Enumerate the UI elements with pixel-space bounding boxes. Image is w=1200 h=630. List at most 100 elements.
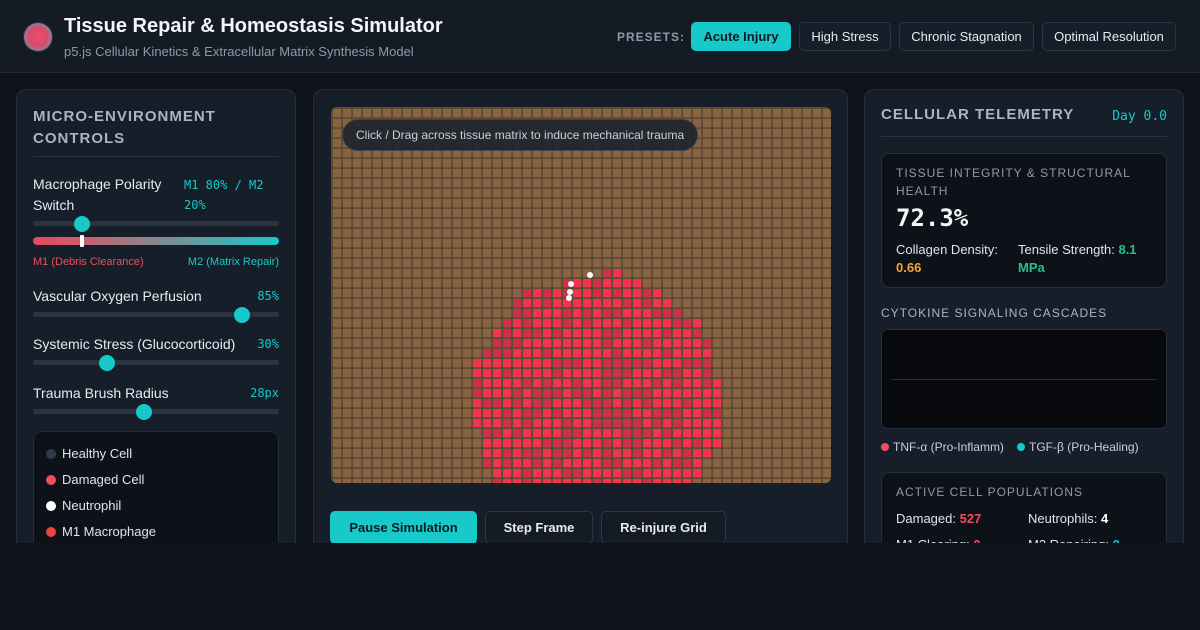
- damaged-cell[interactable]: [673, 469, 682, 478]
- healthy-cell[interactable]: [533, 209, 542, 218]
- damaged-cell[interactable]: [623, 409, 632, 418]
- damaged-cell[interactable]: [613, 429, 622, 438]
- damaged-cell[interactable]: [713, 429, 722, 438]
- healthy-cell[interactable]: [433, 169, 442, 178]
- damaged-cell[interactable]: [683, 369, 692, 378]
- healthy-cell[interactable]: [453, 259, 462, 268]
- healthy-cell[interactable]: [343, 269, 352, 278]
- damaged-cell[interactable]: [583, 339, 592, 348]
- healthy-cell[interactable]: [423, 439, 432, 448]
- healthy-cell[interactable]: [703, 139, 712, 148]
- healthy-cell[interactable]: [393, 379, 402, 388]
- damaged-cell[interactable]: [603, 469, 612, 478]
- healthy-cell[interactable]: [443, 439, 452, 448]
- healthy-cell[interactable]: [803, 399, 812, 408]
- healthy-cell[interactable]: [553, 229, 562, 238]
- damaged-cell[interactable]: [543, 329, 552, 338]
- healthy-cell[interactable]: [413, 359, 422, 368]
- healthy-cell[interactable]: [363, 269, 372, 278]
- healthy-cell[interactable]: [343, 359, 352, 368]
- healthy-cell[interactable]: [713, 149, 722, 158]
- healthy-cell[interactable]: [383, 199, 392, 208]
- healthy-cell[interactable]: [703, 189, 712, 198]
- healthy-cell[interactable]: [363, 359, 372, 368]
- damaged-cell[interactable]: [573, 339, 582, 348]
- healthy-cell[interactable]: [413, 329, 422, 338]
- damaged-cell[interactable]: [573, 459, 582, 468]
- healthy-cell[interactable]: [663, 159, 672, 168]
- healthy-cell[interactable]: [763, 129, 772, 138]
- healthy-cell[interactable]: [683, 199, 692, 208]
- healthy-cell[interactable]: [623, 239, 632, 248]
- healthy-cell[interactable]: [333, 119, 342, 128]
- healthy-cell[interactable]: [793, 329, 802, 338]
- healthy-cell[interactable]: [343, 449, 352, 458]
- damaged-cell[interactable]: [573, 279, 582, 288]
- healthy-cell[interactable]: [473, 319, 482, 328]
- damaged-cell[interactable]: [623, 339, 632, 348]
- damaged-cell[interactable]: [633, 379, 642, 388]
- healthy-cell[interactable]: [763, 229, 772, 238]
- healthy-cell[interactable]: [743, 459, 752, 468]
- healthy-cell[interactable]: [333, 399, 342, 408]
- damaged-cell[interactable]: [553, 469, 562, 478]
- healthy-cell[interactable]: [803, 249, 812, 258]
- healthy-cell[interactable]: [413, 459, 422, 468]
- healthy-cell[interactable]: [503, 309, 512, 318]
- damaged-cell[interactable]: [553, 339, 562, 348]
- healthy-cell[interactable]: [783, 389, 792, 398]
- healthy-cell[interactable]: [373, 169, 382, 178]
- damaged-cell[interactable]: [673, 339, 682, 348]
- healthy-cell[interactable]: [383, 179, 392, 188]
- healthy-cell[interactable]: [733, 359, 742, 368]
- healthy-cell[interactable]: [753, 339, 762, 348]
- healthy-cell[interactable]: [663, 209, 672, 218]
- healthy-cell[interactable]: [423, 239, 432, 248]
- healthy-cell[interactable]: [703, 159, 712, 168]
- healthy-cell[interactable]: [503, 279, 512, 288]
- healthy-cell[interactable]: [783, 239, 792, 248]
- healthy-cell[interactable]: [413, 399, 422, 408]
- damaged-cell[interactable]: [513, 439, 522, 448]
- healthy-cell[interactable]: [733, 179, 742, 188]
- healthy-cell[interactable]: [443, 109, 452, 118]
- damaged-cell[interactable]: [483, 459, 492, 468]
- healthy-cell[interactable]: [813, 289, 822, 298]
- healthy-cell[interactable]: [383, 299, 392, 308]
- healthy-cell[interactable]: [443, 259, 452, 268]
- healthy-cell[interactable]: [503, 249, 512, 258]
- healthy-cell[interactable]: [773, 199, 782, 208]
- damaged-cell[interactable]: [563, 439, 572, 448]
- oxygen-slider-thumb[interactable]: [234, 307, 251, 323]
- healthy-cell[interactable]: [733, 159, 742, 168]
- healthy-cell[interactable]: [453, 239, 462, 248]
- healthy-cell[interactable]: [753, 369, 762, 378]
- damaged-cell[interactable]: [643, 389, 652, 398]
- healthy-cell[interactable]: [653, 239, 662, 248]
- healthy-cell[interactable]: [543, 189, 552, 198]
- healthy-cell[interactable]: [813, 469, 822, 478]
- healthy-cell[interactable]: [763, 409, 772, 418]
- damaged-cell[interactable]: [583, 409, 592, 418]
- damaged-cell[interactable]: [693, 439, 702, 448]
- healthy-cell[interactable]: [413, 429, 422, 438]
- healthy-cell[interactable]: [813, 269, 822, 278]
- healthy-cell[interactable]: [613, 159, 622, 168]
- healthy-cell[interactable]: [793, 279, 802, 288]
- damaged-cell[interactable]: [613, 279, 622, 288]
- brush-slider-thumb[interactable]: [135, 404, 152, 420]
- healthy-cell[interactable]: [493, 289, 502, 298]
- healthy-cell[interactable]: [353, 249, 362, 258]
- healthy-cell[interactable]: [413, 199, 422, 208]
- damaged-cell[interactable]: [533, 449, 542, 458]
- healthy-cell[interactable]: [813, 369, 822, 378]
- damaged-cell[interactable]: [583, 299, 592, 308]
- healthy-cell[interactable]: [353, 359, 362, 368]
- healthy-cell[interactable]: [563, 199, 572, 208]
- damaged-cell[interactable]: [683, 449, 692, 458]
- healthy-cell[interactable]: [363, 259, 372, 268]
- damaged-cell[interactable]: [483, 359, 492, 368]
- damaged-cell[interactable]: [643, 449, 652, 458]
- healthy-cell[interactable]: [663, 249, 672, 258]
- healthy-cell[interactable]: [383, 389, 392, 398]
